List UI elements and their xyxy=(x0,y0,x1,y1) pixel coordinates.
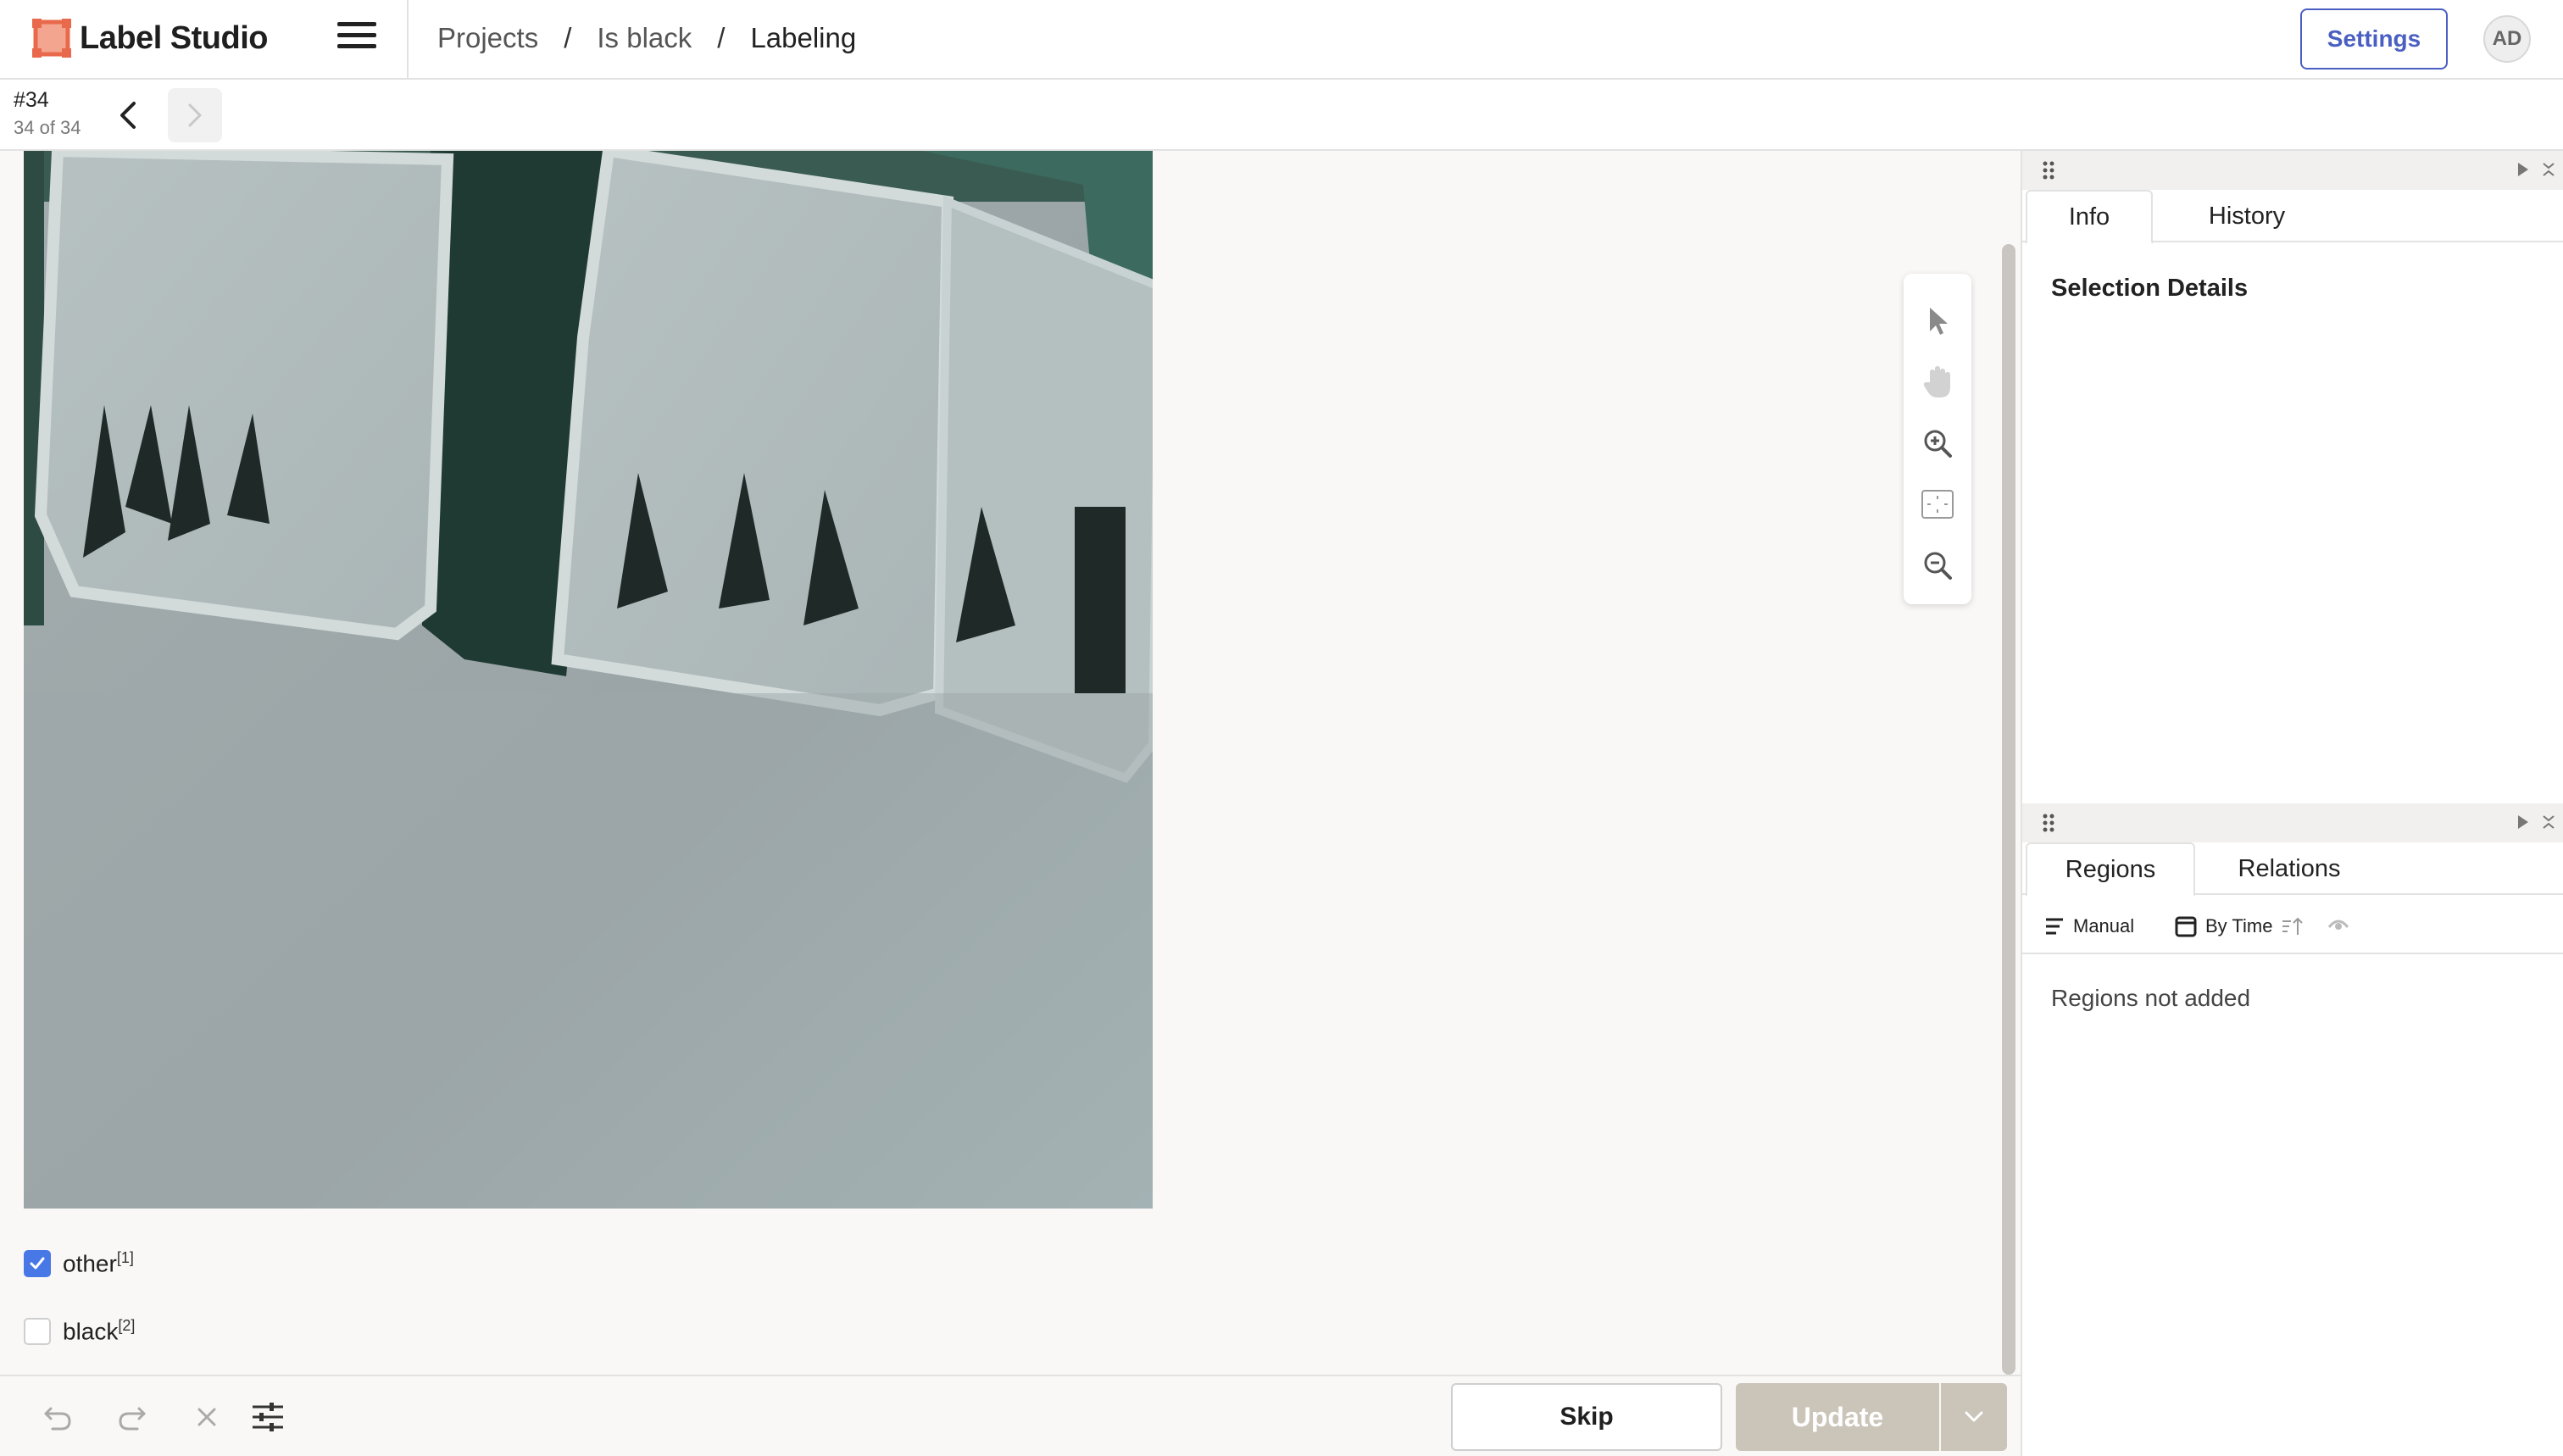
zoom-out-icon[interactable] xyxy=(1917,545,1958,586)
choice-label: other xyxy=(63,1250,117,1277)
choice-label: black xyxy=(63,1318,119,1345)
header-divider xyxy=(407,0,409,80)
visibility-eye-icon[interactable] xyxy=(2327,915,2349,932)
app-logo[interactable]: Label Studio xyxy=(32,19,269,58)
collapse-panel-icon[interactable] xyxy=(2516,161,2531,182)
hamburger-menu-icon[interactable] xyxy=(337,22,376,56)
breadcrumb: Projects / Is black / Labeling xyxy=(437,22,856,54)
regions-sort-bar: Manual By Time xyxy=(2022,902,2563,954)
update-button[interactable]: Update xyxy=(1736,1383,1939,1451)
regions-empty-message: Regions not added xyxy=(2051,985,2251,1011)
breadcrumb-project[interactable]: Is black xyxy=(597,22,692,54)
drag-handle-icon[interactable] xyxy=(2043,161,2054,184)
task-image[interactable] xyxy=(24,151,1153,1209)
task-counter: 34 of 34 xyxy=(14,117,81,138)
skip-button[interactable]: Skip xyxy=(1451,1383,1722,1451)
sort-by-time-button[interactable]: By Time xyxy=(2175,915,2304,937)
app-name: Label Studio xyxy=(80,19,269,56)
task-navigation-bar: #34 34 of 34 xyxy=(0,80,2563,151)
sort-by-time-label: By Time xyxy=(2205,915,2273,936)
settings-sliders-icon[interactable] xyxy=(249,1398,286,1436)
avatar[interactable]: AD xyxy=(2483,15,2531,63)
sort-manual-label: Manual xyxy=(2073,915,2135,936)
side-panel: Info History Selection Details Regions R… xyxy=(2021,151,2563,1456)
breadcrumb-current: Labeling xyxy=(750,22,857,53)
reset-close-icon[interactable] xyxy=(188,1398,225,1436)
main-scrollbar[interactable] xyxy=(2002,244,2015,1375)
calendar-icon xyxy=(2175,916,2197,937)
drag-handle-icon[interactable] xyxy=(2043,814,2054,836)
breadcrumb-separator: / xyxy=(717,22,726,53)
checkbox-unchecked-icon[interactable] xyxy=(24,1317,51,1345)
info-tabs: Info History xyxy=(2022,190,2563,244)
previous-task-icon[interactable] xyxy=(112,97,146,134)
bottom-action-bar: Skip Update xyxy=(0,1375,2021,1456)
close-panel-icon[interactable] xyxy=(2541,814,2556,835)
close-panel-icon[interactable] xyxy=(2541,161,2556,182)
image-tools-panel xyxy=(1904,274,1971,604)
labeling-area: other[1] black[2] xyxy=(0,151,2021,1375)
tab-relations[interactable]: Relations xyxy=(2200,842,2378,895)
chevron-down-icon[interactable] xyxy=(1941,1383,2007,1451)
choice-hotkey: [1] xyxy=(116,1249,134,1266)
list-icon xyxy=(2046,918,2063,935)
selection-details-title: Selection Details xyxy=(2051,275,2249,302)
zoom-in-icon[interactable] xyxy=(1917,423,1958,464)
regions-tabs: Regions Relations xyxy=(2022,842,2563,897)
regions-panel-header xyxy=(2022,803,2563,842)
choice-other[interactable]: other[1] xyxy=(24,1249,134,1277)
task-id: #34 xyxy=(14,88,49,112)
top-header: Label Studio Projects / Is black / Label… xyxy=(0,0,2563,80)
tab-regions[interactable]: Regions xyxy=(2026,842,2195,897)
tab-info[interactable]: Info xyxy=(2026,190,2153,244)
settings-button[interactable]: Settings xyxy=(2300,8,2448,69)
pan-hand-icon[interactable] xyxy=(1917,362,1958,403)
tab-history[interactable]: History xyxy=(2158,190,2336,242)
sort-manual-button[interactable]: Manual xyxy=(2044,915,2134,937)
choice-hotkey: [2] xyxy=(118,1317,136,1334)
collapse-panel-icon[interactable] xyxy=(2516,814,2531,835)
sort-order-icon xyxy=(2282,917,2304,935)
label-studio-logo-icon xyxy=(32,19,71,58)
breadcrumb-projects[interactable]: Projects xyxy=(437,22,538,54)
breadcrumb-separator: / xyxy=(564,22,572,53)
select-pointer-icon[interactable] xyxy=(1917,301,1958,342)
undo-icon[interactable] xyxy=(39,1398,76,1436)
zoom-to-fit-icon[interactable] xyxy=(1917,484,1958,525)
info-panel-header xyxy=(2022,151,2563,190)
checkbox-checked-icon[interactable] xyxy=(24,1249,51,1277)
choice-black[interactable]: black[2] xyxy=(24,1317,135,1345)
next-task-icon[interactable] xyxy=(168,88,222,142)
redo-icon[interactable] xyxy=(114,1398,151,1436)
